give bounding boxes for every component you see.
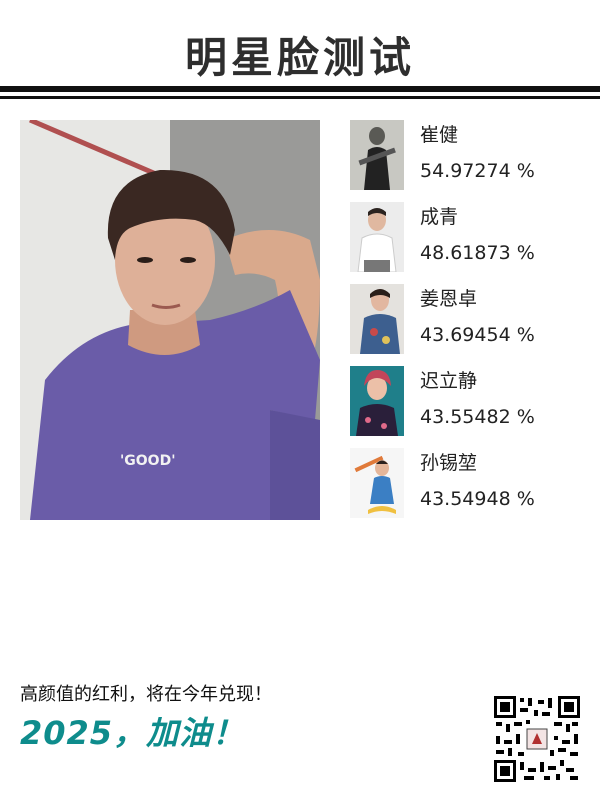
match-name: 迟立静	[420, 370, 478, 392]
match-item: 姜恩卓 43.69454 %	[350, 284, 590, 356]
match-thumbnail	[350, 366, 404, 436]
match-name: 孙锡堃	[420, 452, 478, 474]
match-score: 54.97274 %	[420, 160, 535, 182]
header-divider-thick	[0, 86, 600, 92]
match-thumbnail	[350, 202, 404, 272]
match-item: 成青 48.61873 %	[350, 202, 590, 274]
match-name: 崔健	[420, 124, 459, 146]
match-score: 43.54948 %	[420, 488, 535, 510]
shirt-print-text: 'GOOD'	[120, 453, 176, 469]
match-name: 姜恩卓	[420, 288, 478, 310]
match-score: 43.55482 %	[420, 406, 535, 428]
match-item: 迟立静 43.55482 %	[350, 366, 590, 438]
match-item: 崔健 54.97274 %	[350, 120, 590, 192]
match-score: 48.61873 %	[420, 242, 535, 264]
match-name: 成青	[420, 206, 459, 228]
page-title: 明星脸测试	[184, 33, 415, 82]
match-thumbnail	[350, 120, 404, 190]
match-score: 43.69454 %	[420, 324, 535, 346]
qr-code	[494, 696, 580, 782]
match-thumbnail	[350, 448, 404, 518]
slogan-text: 高颜值的红利，将在今年兑现！	[20, 684, 272, 705]
cheer-text: 2025，加油！	[20, 714, 246, 752]
match-item: 孙锡堃 43.54948 %	[350, 448, 590, 520]
header-divider-thin	[0, 96, 600, 99]
match-thumbnail	[350, 284, 404, 354]
result-page: 明星脸测试 'GOOD' 崔健 54.97274 % 成青 48.61873 %…	[0, 0, 600, 800]
uploaded-photo: 'GOOD'	[20, 120, 320, 520]
